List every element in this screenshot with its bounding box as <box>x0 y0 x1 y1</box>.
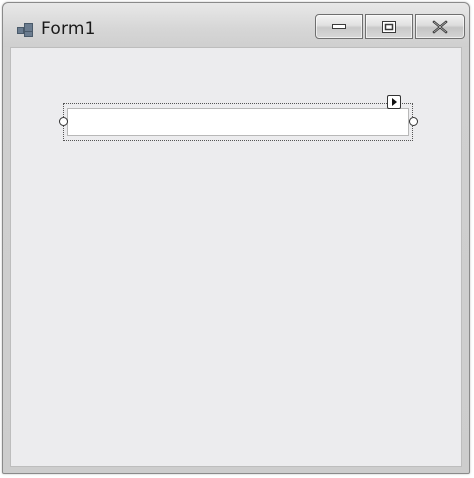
left-resize-handle[interactable] <box>59 117 68 126</box>
minimize-button[interactable] <box>315 14 363 39</box>
form-icon <box>17 23 33 37</box>
form-window: Form1 <box>2 2 470 474</box>
smart-tag-button[interactable] <box>387 95 401 109</box>
form-client-area[interactable] <box>10 47 462 467</box>
title-bar[interactable]: Form1 <box>3 3 469 47</box>
textbox[interactable] <box>67 108 409 136</box>
right-resize-handle[interactable] <box>409 117 418 126</box>
maximize-button[interactable] <box>365 14 413 39</box>
window-title: Form1 <box>41 19 96 39</box>
close-icon <box>432 20 448 33</box>
maximize-icon <box>382 20 396 33</box>
close-button[interactable] <box>415 14 465 39</box>
smart-tag-arrow-icon <box>392 98 397 106</box>
minimize-icon <box>332 23 346 29</box>
